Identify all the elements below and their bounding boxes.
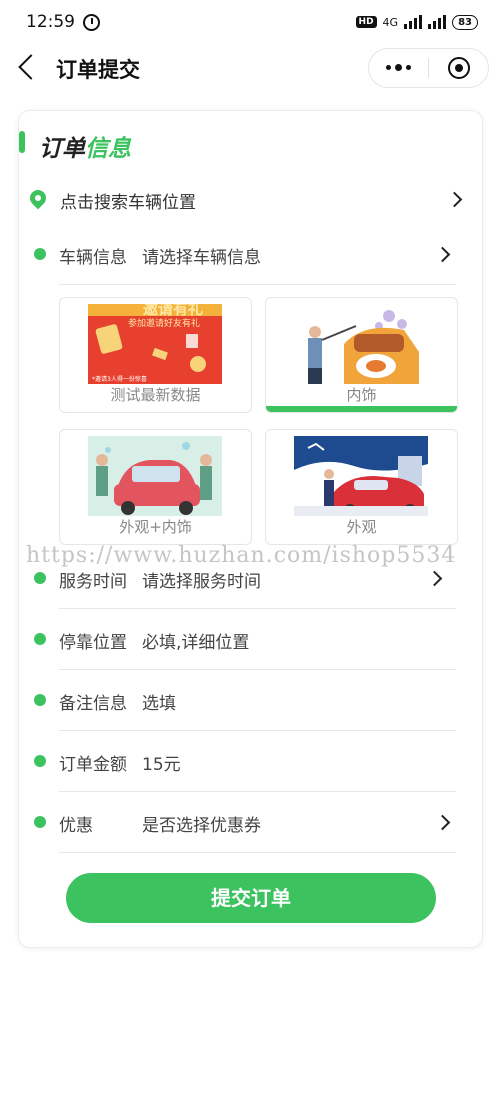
service-name: 测试最新数据 <box>110 386 201 404</box>
section-title: 订单信息 <box>39 136 131 162</box>
row-divider <box>59 730 456 731</box>
signal-icon <box>404 15 423 29</box>
alarm-icon <box>83 13 100 31</box>
section-accent-bar <box>19 131 25 153</box>
service-option-2[interactable]: 内饰 <box>265 297 458 413</box>
location-pin-icon <box>29 189 51 211</box>
network-type: 4G <box>382 15 399 29</box>
row-divider <box>59 284 456 285</box>
amount-value: 15元 <box>142 755 181 775</box>
remark-row[interactable]: 备注信息 选填 <box>19 671 484 731</box>
order-info-card: 订单信息 点击搜索车辆位置 车辆信息 请选择车辆信息 邀请有礼 参加邀请好友有礼… <box>18 110 483 948</box>
location-label: 点击搜索车辆位置 <box>60 192 196 213</box>
row-divider <box>59 852 456 853</box>
nav-bar: 订单提交 <box>0 44 500 94</box>
close-target-icon[interactable] <box>429 57 488 79</box>
vehicle-label: 车辆信息 <box>59 248 127 268</box>
bullet-dot <box>34 572 46 584</box>
battery-icon: 83 <box>452 14 478 30</box>
mini-program-capsule <box>368 48 489 88</box>
more-icon[interactable] <box>369 64 428 71</box>
remark-label: 备注信息 <box>59 694 127 714</box>
parking-row[interactable]: 停靠位置 必填,详细位置 <box>19 610 484 670</box>
row-divider <box>59 669 456 670</box>
banner-small-text: *邀请3人得一份惊喜 <box>92 376 147 383</box>
chevron-right-icon <box>434 246 451 263</box>
back-icon[interactable] <box>18 54 44 80</box>
interior-cleaning-image <box>294 304 428 384</box>
search-location-row[interactable]: 点击搜索车辆位置 <box>29 185 469 215</box>
service-time-value: 请选择服务时间 <box>142 572 261 592</box>
bullet-dot <box>34 816 46 828</box>
selected-indicator <box>266 406 457 412</box>
discount-label: 优惠 <box>59 816 93 836</box>
service-option-4[interactable]: 外观 <box>265 429 458 545</box>
submit-order-button[interactable]: 提交订单 <box>66 873 436 923</box>
banner-image: 邀请有礼 参加邀请好友有礼 *邀请3人得一份惊喜 <box>88 304 222 384</box>
status-right: HD 4G 83 <box>355 14 478 30</box>
exterior-cleaning-image <box>294 436 428 516</box>
discount-row[interactable]: 优惠 是否选择优惠券 <box>19 793 484 853</box>
parking-label: 停靠位置 <box>59 633 127 653</box>
vehicle-info-row[interactable]: 车辆信息 请选择车辆信息 <box>19 225 484 285</box>
chevron-right-icon <box>426 570 443 587</box>
amount-row: 订单金额 15元 <box>19 732 484 792</box>
row-divider <box>59 608 456 609</box>
row-divider <box>59 791 456 792</box>
service-option-1[interactable]: 邀请有礼 参加邀请好友有礼 *邀请3人得一份惊喜 测试最新数据 <box>59 297 252 413</box>
exterior-interior-image <box>88 436 222 516</box>
service-name: 外观 <box>346 518 377 536</box>
status-left: 12:59 <box>26 12 100 32</box>
chevron-right-icon <box>446 191 463 208</box>
service-option-3[interactable]: 外观+内饰 <box>59 429 252 545</box>
clock: 12:59 <box>26 12 75 32</box>
amount-label: 订单金额 <box>59 755 127 775</box>
hd-badge: HD <box>355 16 377 28</box>
discount-value: 是否选择优惠券 <box>142 816 261 836</box>
remark-input[interactable]: 选填 <box>142 689 176 714</box>
bullet-dot <box>34 248 46 260</box>
banner-subtitle: 参加邀请好友有礼 <box>128 319 201 329</box>
watermark-text: https://www.huzhan.com/ishop5534 <box>26 543 457 568</box>
service-name: 内饰 <box>346 386 377 404</box>
service-time-label: 服务时间 <box>59 572 127 592</box>
service-name: 外观+内饰 <box>119 518 192 536</box>
status-bar: 12:59 HD 4G 83 <box>0 0 500 44</box>
bullet-dot <box>34 694 46 706</box>
parking-input[interactable]: 必填,详细位置 <box>142 628 249 653</box>
bullet-dot <box>34 633 46 645</box>
vehicle-value: 请选择车辆信息 <box>142 248 261 268</box>
page-title: 订单提交 <box>56 58 140 82</box>
chevron-right-icon <box>434 814 451 831</box>
bullet-dot <box>34 755 46 767</box>
signal-icon-2 <box>428 15 447 29</box>
